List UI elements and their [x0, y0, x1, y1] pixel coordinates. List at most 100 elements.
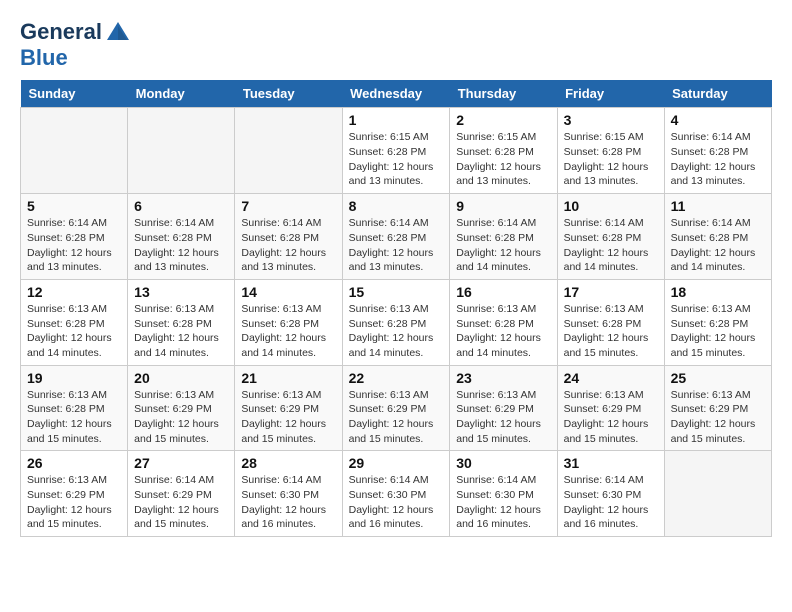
day-number: 3	[564, 112, 658, 128]
day-number: 4	[671, 112, 765, 128]
day-info: Sunrise: 6:13 AM Sunset: 6:28 PM Dayligh…	[564, 302, 658, 361]
day-number: 18	[671, 284, 765, 300]
day-number: 21	[241, 370, 335, 386]
day-info: Sunrise: 6:13 AM Sunset: 6:29 PM Dayligh…	[134, 388, 228, 447]
calendar-week-1: 1 Sunrise: 6:15 AM Sunset: 6:28 PM Daylig…	[21, 108, 772, 194]
day-number: 17	[564, 284, 658, 300]
weekday-header-monday: Monday	[128, 80, 235, 108]
day-number: 19	[27, 370, 121, 386]
calendar-week-5: 26 Sunrise: 6:13 AM Sunset: 6:29 PM Dayli…	[21, 451, 772, 537]
calendar-week-3: 12Sunrise: 6:13 AM Sunset: 6:28 PM Dayli…	[21, 279, 772, 365]
calendar-cell: 3 Sunrise: 6:15 AM Sunset: 6:28 PM Daylig…	[557, 108, 664, 194]
page-header: General Blue	[20, 20, 772, 70]
weekday-header-friday: Friday	[557, 80, 664, 108]
day-number: 29	[349, 455, 444, 471]
weekday-header-saturday: Saturday	[664, 80, 771, 108]
day-info: Sunrise: 6:13 AM Sunset: 6:29 PM Dayligh…	[671, 388, 765, 447]
calendar-cell	[21, 108, 128, 194]
day-info: Sunrise: 6:14 AM Sunset: 6:28 PM Dayligh…	[671, 130, 765, 189]
day-info: Sunrise: 6:14 AM Sunset: 6:30 PM Dayligh…	[564, 473, 658, 532]
calendar-cell: 6 Sunrise: 6:14 AM Sunset: 6:28 PM Daylig…	[128, 194, 235, 280]
day-info: Sunrise: 6:13 AM Sunset: 6:29 PM Dayligh…	[241, 388, 335, 447]
day-info: Sunrise: 6:14 AM Sunset: 6:30 PM Dayligh…	[241, 473, 335, 532]
weekday-header-sunday: Sunday	[21, 80, 128, 108]
calendar-cell: 15 Sunrise: 6:13 AM Sunset: 6:28 PM Dayli…	[342, 279, 450, 365]
weekday-header-tuesday: Tuesday	[235, 80, 342, 108]
day-info: Sunrise: 6:15 AM Sunset: 6:28 PM Dayligh…	[564, 130, 658, 189]
day-info: Sunrise: 6:14 AM Sunset: 6:28 PM Dayligh…	[349, 216, 444, 275]
calendar-cell: 1Sunrise: 6:15 AM Sunset: 6:28 PM Daylig…	[342, 108, 450, 194]
weekday-header-wednesday: Wednesday	[342, 80, 450, 108]
day-number: 31	[564, 455, 658, 471]
calendar-cell: 21 Sunrise: 6:13 AM Sunset: 6:29 PM Dayli…	[235, 365, 342, 451]
day-info: Sunrise: 6:13 AM Sunset: 6:29 PM Dayligh…	[456, 388, 550, 447]
day-number: 14	[241, 284, 335, 300]
calendar-cell: 5 Sunrise: 6:14 AM Sunset: 6:28 PM Daylig…	[21, 194, 128, 280]
day-info: Sunrise: 6:13 AM Sunset: 6:28 PM Dayligh…	[349, 302, 444, 361]
day-info: Sunrise: 6:14 AM Sunset: 6:28 PM Dayligh…	[564, 216, 658, 275]
day-number: 13	[134, 284, 228, 300]
day-number: 10	[564, 198, 658, 214]
calendar-cell: 27 Sunrise: 6:14 AM Sunset: 6:29 PM Dayli…	[128, 451, 235, 537]
day-number: 16	[456, 284, 550, 300]
calendar-cell: 25 Sunrise: 6:13 AM Sunset: 6:29 PM Dayli…	[664, 365, 771, 451]
day-number: 23	[456, 370, 550, 386]
day-info: Sunrise: 6:13 AM Sunset: 6:28 PM Dayligh…	[27, 388, 121, 447]
day-number: 7	[241, 198, 335, 214]
calendar-week-4: 19 Sunrise: 6:13 AM Sunset: 6:28 PM Dayli…	[21, 365, 772, 451]
day-info: Sunrise: 6:14 AM Sunset: 6:29 PM Dayligh…	[134, 473, 228, 532]
day-info: Sunrise: 6:14 AM Sunset: 6:30 PM Dayligh…	[349, 473, 444, 532]
day-number: 9	[456, 198, 550, 214]
calendar-cell: 10 Sunrise: 6:14 AM Sunset: 6:28 PM Dayli…	[557, 194, 664, 280]
calendar-cell: 11Sunrise: 6:14 AM Sunset: 6:28 PM Dayli…	[664, 194, 771, 280]
day-number: 8	[349, 198, 444, 214]
calendar-cell	[235, 108, 342, 194]
calendar-cell: 17 Sunrise: 6:13 AM Sunset: 6:28 PM Dayli…	[557, 279, 664, 365]
day-info: Sunrise: 6:13 AM Sunset: 6:29 PM Dayligh…	[564, 388, 658, 447]
logo: General Blue	[20, 20, 131, 70]
day-info: Sunrise: 6:13 AM Sunset: 6:28 PM Dayligh…	[27, 302, 121, 361]
calendar-cell: 4 Sunrise: 6:14 AM Sunset: 6:28 PM Daylig…	[664, 108, 771, 194]
calendar-cell: 26 Sunrise: 6:13 AM Sunset: 6:29 PM Dayli…	[21, 451, 128, 537]
calendar-cell: 8 Sunrise: 6:14 AM Sunset: 6:28 PM Daylig…	[342, 194, 450, 280]
day-number: 2	[456, 112, 550, 128]
calendar-cell	[664, 451, 771, 537]
day-info: Sunrise: 6:14 AM Sunset: 6:28 PM Dayligh…	[134, 216, 228, 275]
day-number: 5	[27, 198, 121, 214]
calendar-cell: 2 Sunrise: 6:15 AM Sunset: 6:28 PM Daylig…	[450, 108, 557, 194]
day-info: Sunrise: 6:14 AM Sunset: 6:28 PM Dayligh…	[27, 216, 121, 275]
day-number: 20	[134, 370, 228, 386]
calendar-cell	[128, 108, 235, 194]
calendar-header-row: SundayMondayTuesdayWednesdayThursdayFrid…	[21, 80, 772, 108]
day-number: 27	[134, 455, 228, 471]
calendar-table: SundayMondayTuesdayWednesdayThursdayFrid…	[20, 80, 772, 537]
day-number: 15	[349, 284, 444, 300]
weekday-header-thursday: Thursday	[450, 80, 557, 108]
day-info: Sunrise: 6:13 AM Sunset: 6:29 PM Dayligh…	[27, 473, 121, 532]
calendar-cell: 12Sunrise: 6:13 AM Sunset: 6:28 PM Dayli…	[21, 279, 128, 365]
day-number: 24	[564, 370, 658, 386]
day-info: Sunrise: 6:14 AM Sunset: 6:28 PM Dayligh…	[671, 216, 765, 275]
day-number: 25	[671, 370, 765, 386]
calendar-cell: 29 Sunrise: 6:14 AM Sunset: 6:30 PM Dayli…	[342, 451, 450, 537]
day-number: 1	[349, 112, 444, 128]
calendar-cell: 14Sunrise: 6:13 AM Sunset: 6:28 PM Dayli…	[235, 279, 342, 365]
calendar-cell: 30Sunrise: 6:14 AM Sunset: 6:30 PM Dayli…	[450, 451, 557, 537]
day-info: Sunrise: 6:13 AM Sunset: 6:28 PM Dayligh…	[671, 302, 765, 361]
calendar-cell: 13 Sunrise: 6:13 AM Sunset: 6:28 PM Dayli…	[128, 279, 235, 365]
day-number: 6	[134, 198, 228, 214]
day-info: Sunrise: 6:14 AM Sunset: 6:28 PM Dayligh…	[241, 216, 335, 275]
calendar-cell: 16 Sunrise: 6:13 AM Sunset: 6:28 PM Dayli…	[450, 279, 557, 365]
day-number: 28	[241, 455, 335, 471]
day-number: 22	[349, 370, 444, 386]
day-number: 26	[27, 455, 121, 471]
day-number: 30	[456, 455, 550, 471]
day-info: Sunrise: 6:13 AM Sunset: 6:28 PM Dayligh…	[134, 302, 228, 361]
calendar-cell: 9Sunrise: 6:14 AM Sunset: 6:28 PM Daylig…	[450, 194, 557, 280]
day-info: Sunrise: 6:13 AM Sunset: 6:28 PM Dayligh…	[456, 302, 550, 361]
calendar-cell: 20 Sunrise: 6:13 AM Sunset: 6:29 PM Dayli…	[128, 365, 235, 451]
day-info: Sunrise: 6:15 AM Sunset: 6:28 PM Dayligh…	[456, 130, 550, 189]
calendar-cell: 7 Sunrise: 6:14 AM Sunset: 6:28 PM Daylig…	[235, 194, 342, 280]
calendar-cell: 22Sunrise: 6:13 AM Sunset: 6:29 PM Dayli…	[342, 365, 450, 451]
calendar-cell: 28 Sunrise: 6:14 AM Sunset: 6:30 PM Dayli…	[235, 451, 342, 537]
